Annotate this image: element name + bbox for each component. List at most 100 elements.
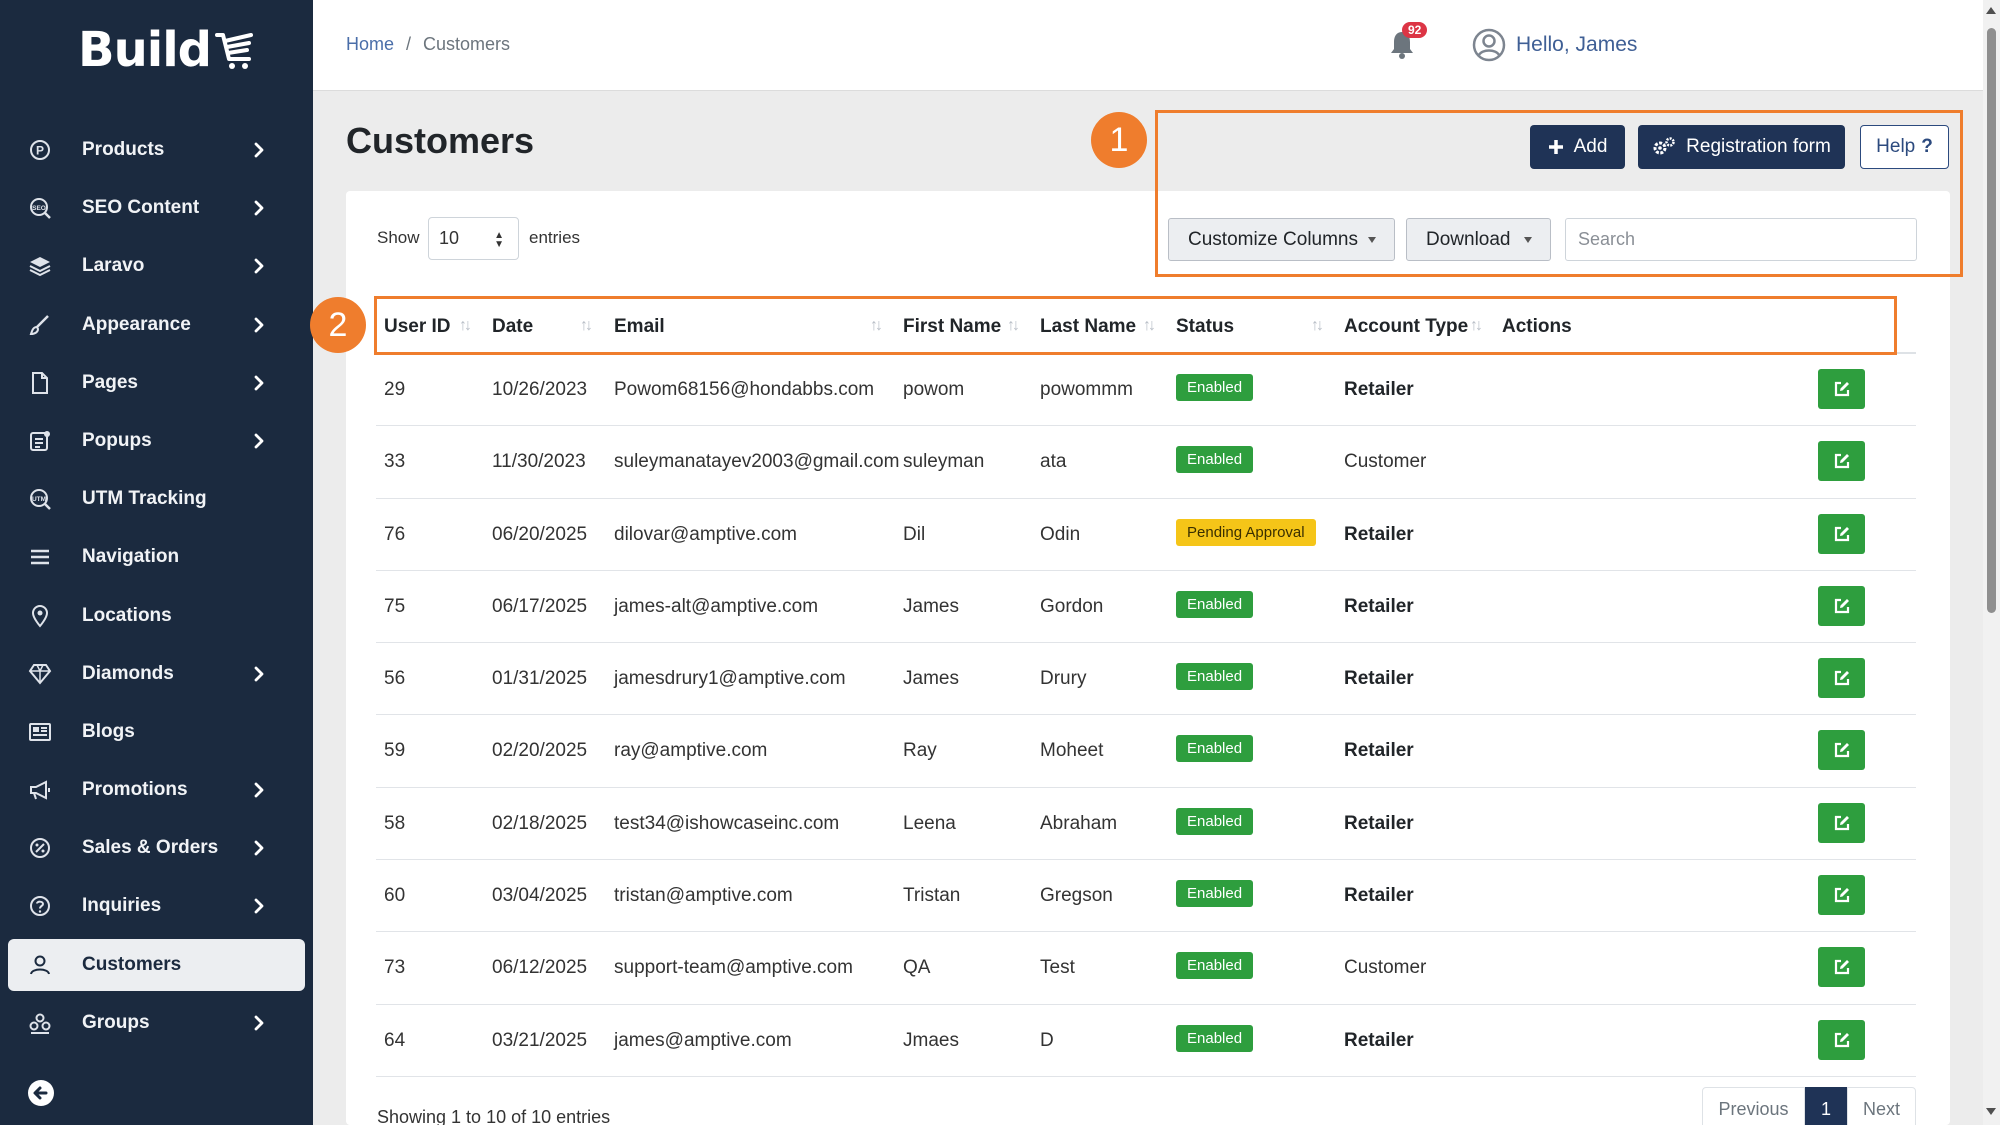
sidebar-item-promotions[interactable]: Promotions [8,764,305,816]
sidebar-item-products[interactable]: P Products [8,124,305,176]
cell-user-id: 29 [384,379,406,400]
popup-icon [28,429,52,453]
status-badge: Enabled [1176,663,1254,691]
status-badge: Enabled [1176,374,1254,401]
cell-last-name: Moheet [1040,740,1104,762]
scroll-up-arrow-icon[interactable] [1986,7,1996,14]
collapse-sidebar-button[interactable] [28,1080,54,1106]
add-button[interactable]: Add [1530,125,1625,169]
edit-icon [1834,887,1849,903]
status-badge: Enabled [1176,590,1254,618]
cell-account-type: Retailer [1344,379,1414,400]
customize-columns-label: Customize Columns [1188,228,1358,250]
download-dropdown[interactable]: Download [1406,218,1551,261]
edit-button[interactable] [1818,802,1865,843]
sort-arrows-icon[interactable]: ↑↓ [459,317,472,335]
user-menu[interactable]: Hello, James [1472,28,1637,62]
cell-account-type: Retailer [1344,1029,1414,1051]
edit-button[interactable] [1818,513,1865,554]
sidebar-item-blogs[interactable]: Blogs [8,706,305,758]
page-scrollbar[interactable] [1983,0,2000,1125]
show-label: Show [377,228,420,247]
edit-icon [1834,960,1849,975]
scroll-down-arrow-icon[interactable] [1986,1108,1996,1115]
edit-button[interactable] [1818,1019,1865,1060]
edit-button[interactable] [1818,875,1865,916]
edit-button[interactable] [1818,441,1865,482]
sidebar-item-label: Pages [82,371,138,393]
column-header-email[interactable]: Email [614,316,665,338]
cell-last-name: ata [1040,451,1067,473]
status-badge: Enabled [1176,807,1254,835]
entries-per-page-select[interactable]: 10 ▲ ▼ [428,217,519,260]
edit-button[interactable] [1818,369,1865,409]
gears-icon [1653,137,1675,155]
help-button[interactable]: Help ? [1860,125,1949,169]
chevron-right-icon [254,375,264,391]
cell-email: tristan@amptive.com [614,885,793,907]
sidebar-item-label: Products [82,139,165,160]
sidebar-item-label: Blogs [82,720,135,742]
search-input[interactable] [1565,218,1917,261]
column-header-last-name[interactable]: Last Name [1040,316,1136,338]
question-icon [28,894,52,918]
table-row: 60 03/04/2025 tristan@amptive.com Tristan Gr… [376,860,1916,933]
customize-columns-dropdown[interactable]: Customize Columns [1168,218,1395,261]
cell-user-id: 76 [384,523,406,545]
breadcrumb: Home / Customers [346,34,510,55]
sort-arrows-icon[interactable]: ↑↓ [870,317,883,335]
sidebar-item-label: Diamonds [82,662,174,684]
sidebar-item-pages[interactable]: Pages [8,357,305,409]
edit-button[interactable] [1818,947,1865,988]
page-1-button[interactable]: 1 [1805,1087,1847,1125]
column-header-date[interactable]: Date [492,316,533,338]
scroll-thumb[interactable] [1987,28,1996,613]
column-header-user-id[interactable]: User ID [384,316,451,338]
sidebar-item-appearance[interactable]: Appearance [8,299,305,351]
notification-count-badge: 92 [1402,22,1428,38]
column-header-actions[interactable]: Actions [1502,316,1572,338]
logo[interactable]: Build [78,22,255,78]
cell-first-name: Leena [903,812,956,834]
sort-arrows-icon[interactable]: ↑↓ [1007,317,1020,335]
sidebar-item-sales-orders[interactable]: Sales & Orders [8,822,305,874]
sort-arrows-icon[interactable]: ↑↓ [1143,317,1156,335]
cell-date: 10/26/2023 [492,379,588,400]
cell-email: jamesdrury1@amptive.com [614,668,846,690]
registration-form-button[interactable]: Registration form [1638,125,1845,169]
column-header-status[interactable]: Status [1176,316,1234,338]
sidebar-item-diamonds[interactable]: Diamonds [8,648,305,700]
chevron-right-icon [254,899,264,914]
sort-arrows-icon[interactable]: ↑↓ [580,317,593,335]
column-header-first-name[interactable]: First Name [903,316,1001,338]
cell-user-id: 59 [384,740,406,762]
sidebar-item-label: Promotions [82,779,188,801]
sidebar-item-inquiries[interactable]: Inquiries [8,880,305,932]
sidebar-item-laravo[interactable]: Laravo [8,240,305,292]
sort-arrows-icon[interactable]: ↑↓ [1470,317,1483,335]
blog-icon [28,720,52,744]
sidebar-item-utm-tracking[interactable]: UTM UTM Tracking [8,473,305,525]
sidebar-item-popups[interactable]: Popups [8,415,305,467]
edit-button[interactable] [1818,585,1865,626]
sidebar-item-label: UTM Tracking [82,488,207,510]
sidebar-item-customers[interactable]: Customers [8,938,305,991]
breadcrumb-separator: / [406,34,412,54]
chevron-right-icon [254,782,264,798]
sidebar-item-groups[interactable]: Groups [8,997,305,1049]
utm-icon: UTM [28,487,52,511]
column-header-account-type[interactable]: Account Type [1344,316,1468,338]
page-title: Customers [346,120,535,161]
sidebar-item-navigation[interactable]: Navigation [8,531,305,583]
cell-first-name: powom [903,379,965,400]
table-row: 58 02/18/2025 test34@ishowcaseinc.com Leena… [376,788,1916,861]
sidebar-item-seo-content[interactable]: SEO SEO Content [8,182,305,234]
sidebar-item-locations[interactable]: Locations [8,590,305,642]
previous-page-button[interactable]: Previous [1702,1087,1805,1125]
sort-arrows-icon[interactable]: ↑↓ [1311,317,1324,335]
breadcrumb-home-link[interactable]: Home [346,34,394,55]
edit-button[interactable] [1818,730,1865,771]
layers-icon [28,254,52,278]
edit-button[interactable] [1818,658,1865,699]
next-page-button[interactable]: Next [1847,1087,1916,1125]
